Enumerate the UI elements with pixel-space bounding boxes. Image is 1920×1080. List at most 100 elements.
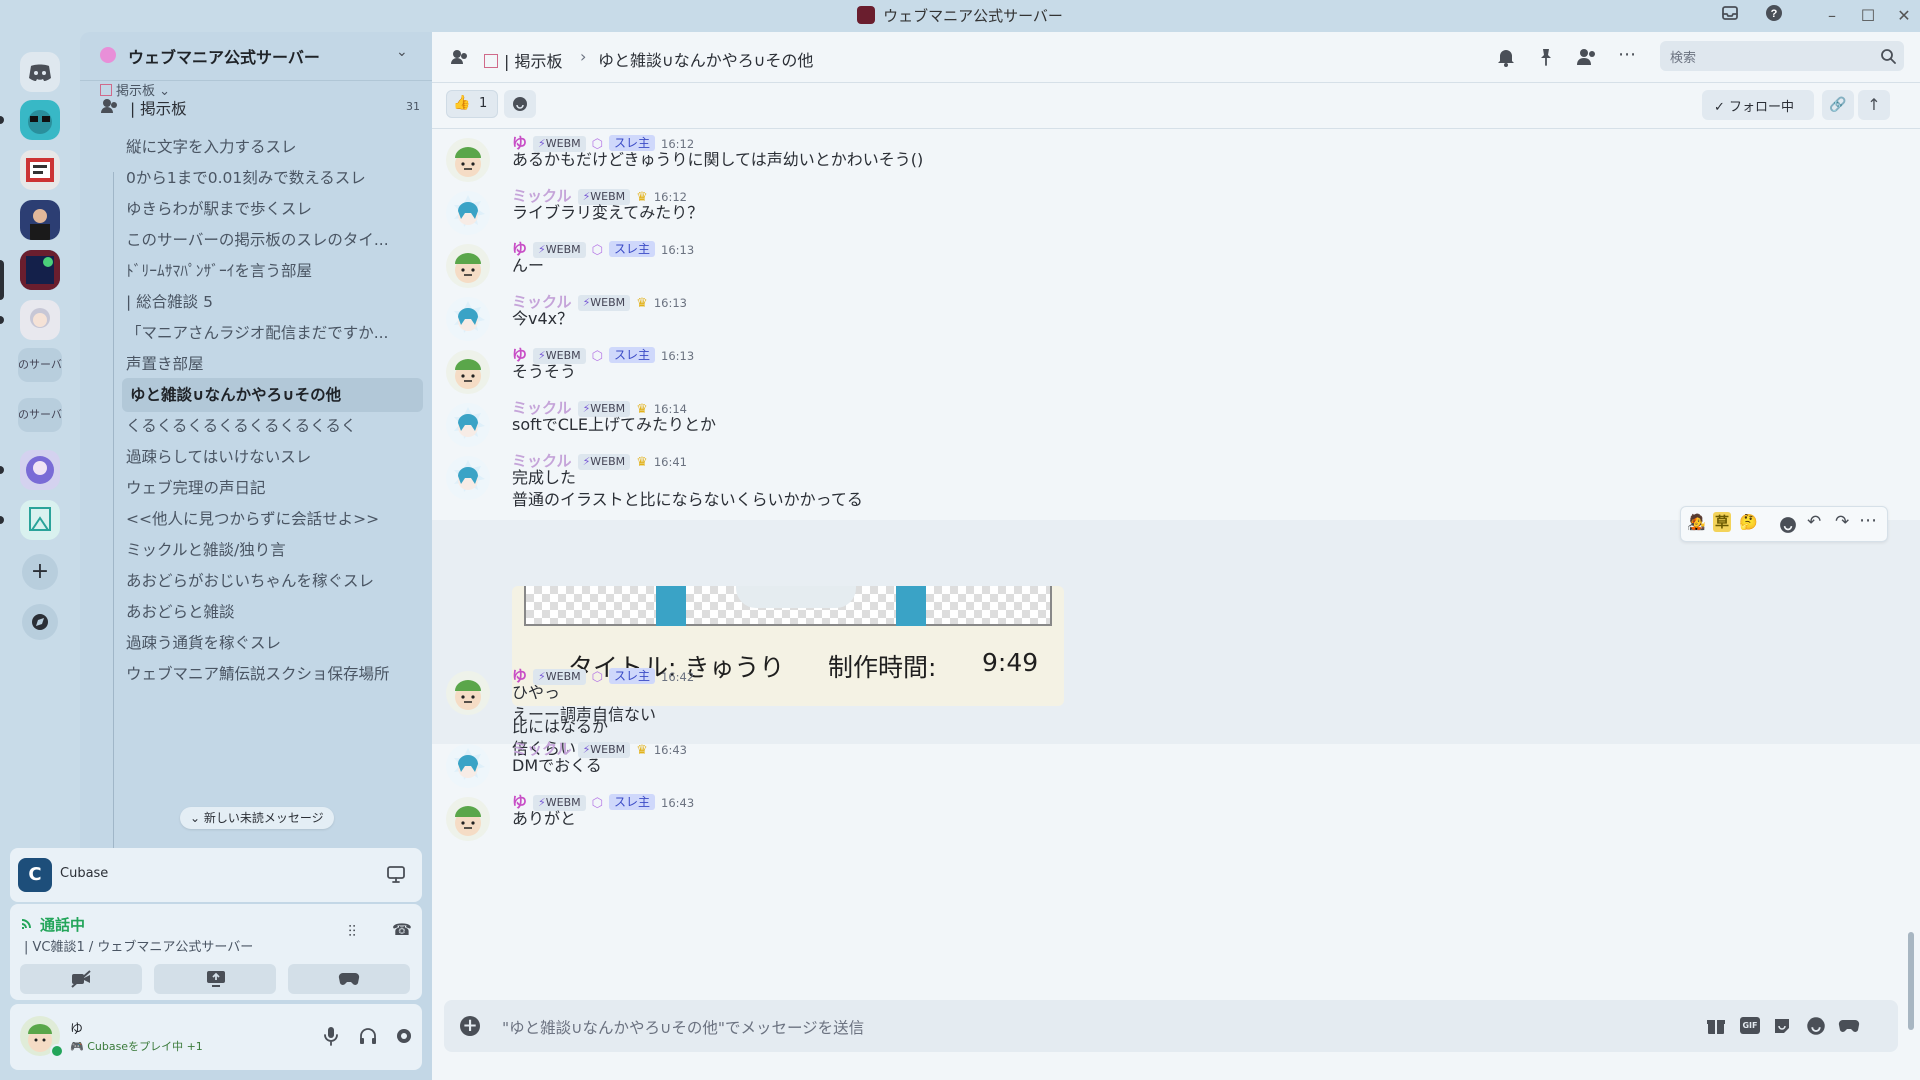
header-forum-icon — [484, 54, 498, 68]
face-art — [736, 586, 856, 608]
crown-icon: ♛ — [636, 296, 648, 311]
reaction-thumbs-up[interactable]: 👍 1 — [446, 90, 498, 118]
screen-share-button[interactable] — [154, 964, 276, 994]
thread-item-label: ゆと雑談∪なんかやろ∪その他 — [130, 386, 342, 404]
activity-gamepad-icon[interactable] — [1838, 1018, 1860, 1034]
add-server-icon[interactable]: + — [22, 554, 58, 590]
reply-icon[interactable]: ↶ — [1807, 512, 1821, 532]
thread-item[interactable]: このサーバーの掲示板のスレのタイ... — [116, 223, 416, 257]
role-tag[interactable]: ⚡WEBM — [577, 295, 631, 311]
thread-owner-badge: スレ主 — [608, 794, 655, 810]
gift-icon[interactable] — [1706, 1016, 1726, 1036]
chevron-down-icon[interactable]: ⌄ — [396, 44, 408, 60]
thread-item[interactable]: 縦に文字を入力するスレ — [116, 130, 416, 164]
quick-reaction-3[interactable]: 🤔 — [1739, 513, 1758, 531]
message-avatar[interactable] — [446, 138, 490, 182]
message-avatar[interactable] — [446, 671, 490, 715]
quick-reaction-2[interactable]: 草 — [1713, 512, 1731, 532]
microphone-icon[interactable] — [322, 1026, 340, 1046]
close-icon[interactable]: ✕ — [1892, 4, 1916, 28]
attach-plus-icon[interactable]: + — [460, 1016, 480, 1036]
header-forum-link[interactable]: | 掲示板 — [484, 48, 562, 72]
thread-item[interactable]: 過疎う通貨を稼ぐスレ — [116, 626, 416, 660]
headphones-icon[interactable] — [358, 1026, 378, 1046]
server-avatar-2[interactable] — [20, 150, 60, 190]
thread-item[interactable]: 過疎らしてはいけないスレ — [116, 440, 416, 474]
add-reaction-icon[interactable] — [1779, 516, 1797, 534]
server-avatar-6[interactable] — [20, 450, 60, 490]
thread-item[interactable]: ゆきらわが駅まで歩くスレ — [116, 192, 416, 226]
thread-item[interactable]: 声置き部屋 — [116, 347, 416, 381]
thread-item[interactable]: 「マニアさんラジオ配信まだですか... — [116, 316, 416, 350]
composer-placeholder[interactable]: "ゆと雑談∪なんかやろ∪その他"でメッセージを送信 — [502, 1016, 864, 1038]
message-avatar[interactable] — [446, 744, 490, 788]
more-actions-icon[interactable]: ⋯ — [1859, 510, 1877, 531]
share-screen-icon[interactable] — [386, 864, 406, 884]
chat-scrollbar[interactable] — [1908, 932, 1914, 1030]
role-tag-label: WEBM — [590, 455, 626, 468]
message-composer[interactable]: + "ゆと雑談∪なんかやろ∪その他"でメッセージを送信 GIF — [444, 1000, 1898, 1052]
thread-item[interactable]: ゆと雑談∪なんかやろ∪その他 — [122, 378, 423, 412]
emoji-icon[interactable] — [1806, 1016, 1826, 1036]
thread-item-label: くるくるくるくるくるくるくるく — [126, 417, 357, 435]
message-avatar[interactable] — [446, 297, 490, 341]
noise-suppression-icon[interactable]: ⫶⫶ — [348, 922, 356, 942]
message-avatar[interactable] — [446, 244, 490, 288]
discord-home-icon[interactable] — [20, 52, 60, 92]
thread-item[interactable]: あおどらと雑談 — [116, 595, 416, 629]
search-input[interactable]: 検索 — [1660, 41, 1904, 71]
thread-item[interactable]: くるくるくるくるくるくるくるく — [116, 409, 416, 443]
settings-gear-icon[interactable] — [394, 1026, 414, 1046]
gif-icon[interactable]: GIF — [1740, 1017, 1760, 1034]
activity-panel[interactable]: C Cubase — [10, 848, 422, 902]
message-avatar[interactable] — [446, 797, 490, 841]
inbox-icon[interactable] — [1718, 4, 1742, 28]
thread-item[interactable]: ウェブマニア鯖伝説スクショ保存場所 — [116, 657, 416, 691]
sticker-icon[interactable] — [1772, 1016, 1792, 1036]
server-avatar-webmania[interactable] — [20, 250, 60, 290]
message-avatar[interactable] — [446, 350, 490, 394]
new-unread-pill[interactable]: ⌄ 新しい未読メッセージ — [180, 807, 334, 829]
thread-item[interactable]: ミックルと雑談/独り言 — [116, 533, 416, 567]
thread-item[interactable]: <<他人に見つからずに会話せよ>> — [116, 502, 416, 536]
role-tag[interactable]: ⚡WEBM — [577, 454, 631, 470]
pin-icon[interactable] — [1536, 47, 1556, 67]
server-text-1[interactable]: のサーバ — [18, 348, 62, 382]
jump-to-top-icon[interactable]: ↑ — [1858, 90, 1890, 120]
message-avatar[interactable] — [446, 456, 490, 500]
online-status-dot — [50, 1044, 64, 1058]
thread-item-label: 過疎らしてはいけないスレ — [126, 448, 312, 466]
thread-item[interactable]: 0から1まで0.01刻みで数えるスレ — [116, 161, 416, 195]
bell-icon[interactable] — [1496, 47, 1516, 67]
server-text-2[interactable]: のサーバ — [18, 398, 62, 432]
message-avatar[interactable] — [446, 191, 490, 235]
server-avatar-7[interactable] — [20, 500, 60, 540]
members-icon[interactable] — [1576, 47, 1598, 67]
server-header[interactable]: ウェブマニア公式サーバー ⌄ — [80, 32, 432, 81]
voice-status[interactable]: 通話中 — [40, 914, 85, 935]
forum-channel[interactable]: | 掲示板 31 — [100, 89, 420, 123]
activities-button[interactable] — [288, 964, 410, 994]
video-off-button[interactable] — [20, 964, 142, 994]
server-avatar-3[interactable] — [20, 200, 60, 240]
user-status-text: Cubaseをプレイ中 +1 — [87, 1040, 203, 1053]
more-options-icon[interactable]: ⋯ — [1618, 44, 1636, 65]
help-icon[interactable]: ? — [1762, 4, 1786, 28]
voice-channel[interactable]: | VC雑談1 / ウェブマニア公式サーバー — [24, 936, 253, 955]
copy-link-icon[interactable]: 🔗 — [1822, 90, 1854, 120]
quick-reaction-1[interactable]: 🧑‍🎤 — [1687, 513, 1706, 531]
add-reaction-button[interactable] — [504, 90, 536, 118]
explore-servers-icon[interactable] — [22, 604, 58, 640]
disconnect-icon[interactable]: ☎ — [392, 920, 412, 939]
thread-item[interactable]: | 総合雑談 5 — [116, 285, 416, 319]
thread-item[interactable]: ウェブ完理の声日記 — [116, 471, 416, 505]
message-avatar[interactable] — [446, 403, 490, 447]
server-avatar-5[interactable] — [20, 300, 60, 340]
thread-item[interactable]: ﾄﾞﾘｰﾑｻﾏﾊﾟﾝｻﾞｰｲを言う部屋 — [116, 254, 416, 288]
server-avatar-1[interactable] — [20, 100, 60, 140]
forward-icon[interactable]: ↷ — [1835, 512, 1849, 532]
minimize-icon[interactable]: – — [1820, 4, 1844, 28]
maximize-icon[interactable]: ☐ — [1856, 4, 1880, 28]
follow-button[interactable]: ✓ フォロー中 — [1702, 90, 1814, 120]
thread-item[interactable]: あおどらがおじいちゃんを稼ぐスレ — [116, 564, 416, 598]
